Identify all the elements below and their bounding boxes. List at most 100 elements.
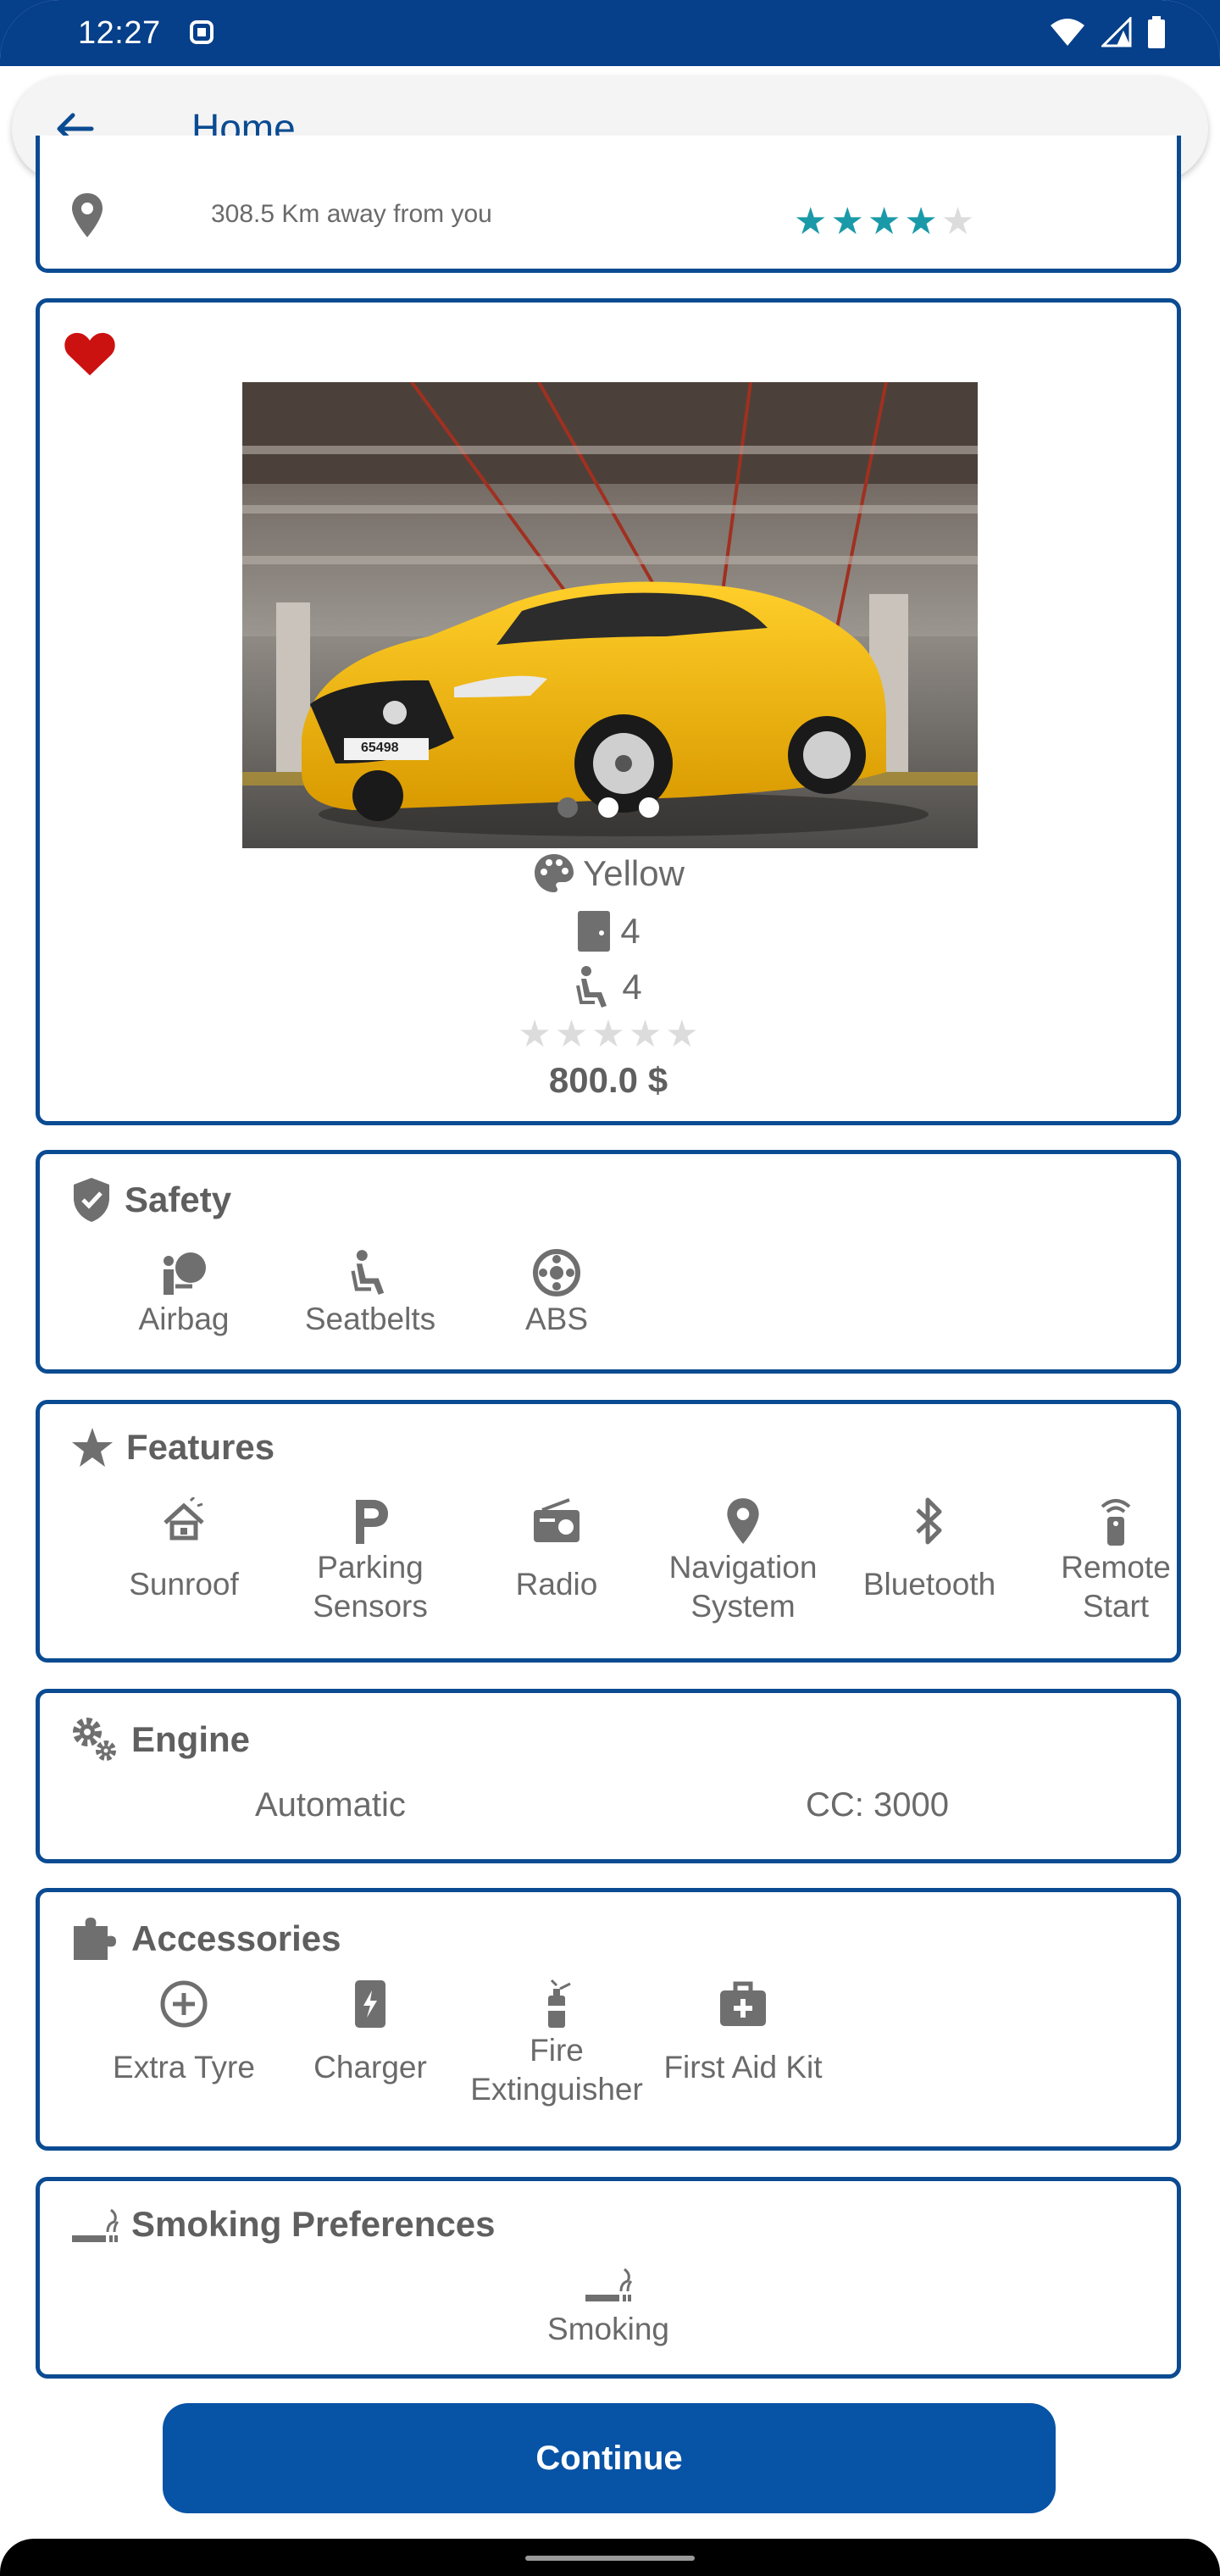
accessories-header: Accessories <box>70 1914 341 1963</box>
rating-star-empty: ★ <box>940 201 975 242</box>
battery-icon <box>1148 16 1165 48</box>
door-icon <box>578 911 611 952</box>
smoking-card: Smoking Preferences Smoking <box>36 2177 1181 2379</box>
safety-item-label: ABS <box>524 1302 589 1336</box>
favorite-heart-icon[interactable] <box>64 330 116 377</box>
car-rating: ★ ★ ★ ★ ★ <box>40 1016 1177 1053</box>
carousel-dot-active[interactable] <box>557 797 578 818</box>
car-color: Yellow <box>40 852 1177 896</box>
smoking-value: Smoking <box>547 2312 669 2346</box>
accessory-item-charger: Charger <box>277 1977 463 2109</box>
seat-icon <box>576 966 607 1008</box>
rating-star-empty: ★ <box>518 1013 552 1055</box>
accessory-item-label: Extra Tyre <box>113 2050 255 2085</box>
gears-icon <box>73 1718 116 1761</box>
smoking-header: Smoking Preferences <box>70 2203 496 2246</box>
smoking-icon <box>72 2208 119 2242</box>
smoking-icon <box>585 2268 633 2301</box>
abs-icon <box>533 1249 580 1296</box>
home-gesture-handle[interactable] <box>525 2556 695 2561</box>
car-price: 800.0 $ <box>548 1060 668 1100</box>
feature-item-label: Remote Start <box>1061 1550 1171 1624</box>
puzzle-icon <box>74 1918 116 1960</box>
bluetooth-icon <box>916 1497 942 1545</box>
accessory-item-extra-tyre: Extra Tyre <box>91 1977 277 2109</box>
wifi-icon <box>1051 19 1084 46</box>
car-doors: 4 <box>40 909 1177 953</box>
engine-cc-value: CC: 3000 <box>806 1786 949 1824</box>
screen: 12:27 Home 308.5 Km away from you ★ ★ ★ … <box>0 0 1220 2576</box>
features-title: Features <box>126 1427 275 1467</box>
smoking-item: Smoking <box>40 2262 1177 2347</box>
location-pin-icon <box>727 1498 759 1544</box>
notification-icon <box>190 20 214 44</box>
safety-item-abs: ABS <box>463 1246 650 1339</box>
seatbelt-icon <box>351 1250 385 1295</box>
accessory-item-fire-extinguisher: Fire Extinguisher <box>463 1977 650 2109</box>
star-icon <box>72 1428 113 1467</box>
features-items: Sunroof Parking Sensors Radio Navigation… <box>91 1494 1209 1626</box>
palette-icon <box>535 854 574 892</box>
color-value: Yellow <box>583 853 685 893</box>
feature-item-label: Navigation System <box>668 1550 818 1624</box>
radio-icon <box>534 1498 580 1542</box>
engine-title: Engine <box>131 1719 251 1759</box>
feature-item-label: Radio <box>515 1567 598 1602</box>
feature-item-label: Bluetooth <box>862 1567 996 1602</box>
rating-star-empty: ★ <box>554 1013 589 1055</box>
accessories-items: Extra Tyre Charger Fire Extinguisher Fir… <box>91 1977 836 2109</box>
rating-star-filled: ★ <box>867 201 901 242</box>
status-bar: 12:27 <box>0 0 1220 66</box>
safety-items: Airbag Seatbelts ABS <box>91 1246 650 1339</box>
rating-star-filled: ★ <box>794 201 828 242</box>
status-icons <box>1049 14 1166 51</box>
safety-item-label: Airbag <box>138 1302 230 1336</box>
feature-item-parking-sensors: Parking Sensors <box>277 1494 463 1626</box>
car-seats: 4 <box>40 965 1177 1009</box>
safety-item-airbag: Airbag <box>91 1246 277 1339</box>
engine-card: Engine Automatic CC: 3000 <box>36 1689 1181 1863</box>
feature-item-remote-start: Remote Start <box>1023 1494 1209 1626</box>
car-detail-card: 65498 Yellow 4 4 ★ ★ ★ ★ ★ 800.0 $ <box>36 298 1181 1125</box>
carousel-dot[interactable] <box>639 797 659 818</box>
sunroof-icon <box>164 1497 204 1541</box>
accessory-item-label: First Aid Kit <box>663 2050 823 2085</box>
feature-item-label: Parking Sensors <box>313 1550 428 1624</box>
seats-value: 4 <box>622 967 642 1007</box>
carousel-indicators <box>557 797 659 818</box>
features-card: Features Sunroof Parking Sensors Radio N… <box>36 1400 1181 1663</box>
continue-button[interactable]: Continue <box>163 2403 1056 2513</box>
feature-item-label: Sunroof <box>129 1567 239 1602</box>
rating-star-filled: ★ <box>904 201 938 242</box>
license-plate-text: 65498 <box>361 741 399 755</box>
smoking-title: Smoking Preferences <box>131 2204 496 2244</box>
feature-item-navigation-system: Navigation System <box>650 1494 836 1626</box>
safety-title: Safety <box>125 1180 232 1219</box>
listing-summary-card[interactable]: 308.5 Km away from you ★ ★ ★ ★ ★ <box>36 136 1181 273</box>
listing-rating: ★ ★ ★ ★ ★ <box>794 203 974 241</box>
shield-check-icon <box>74 1178 109 1222</box>
feature-item-sunroof: Sunroof <box>91 1494 277 1626</box>
accessories-card: Accessories Extra Tyre Charger Fire Exti… <box>36 1888 1181 2151</box>
plus-circle-icon <box>160 1980 208 2028</box>
parking-icon <box>356 1500 388 1544</box>
distance-text: 308.5 Km away from you <box>211 200 492 228</box>
accessory-item-label: Fire Extinguisher <box>470 2033 643 2107</box>
safety-item-seatbelts: Seatbelts <box>277 1246 463 1339</box>
car-image-carousel[interactable]: 65498 <box>242 382 978 848</box>
feature-item-radio: Radio <box>463 1494 650 1626</box>
feature-item-bluetooth: Bluetooth <box>836 1494 1023 1626</box>
rating-star-filled: ★ <box>830 201 864 242</box>
airbag-icon <box>164 1252 206 1295</box>
accessories-title: Accessories <box>131 1918 341 1958</box>
location-pin-icon <box>72 193 103 237</box>
accessory-item-first-aid-kit: First Aid Kit <box>650 1977 836 2109</box>
first-aid-icon <box>720 1981 766 2026</box>
remote-icon <box>1101 1499 1131 1546</box>
rating-star-empty: ★ <box>628 1013 663 1055</box>
charger-icon <box>355 1980 385 2028</box>
signal-icon <box>1101 17 1132 47</box>
carousel-dot[interactable] <box>598 797 618 818</box>
transmission-value: Automatic <box>255 1786 406 1824</box>
safety-header: Safety <box>70 1176 231 1224</box>
